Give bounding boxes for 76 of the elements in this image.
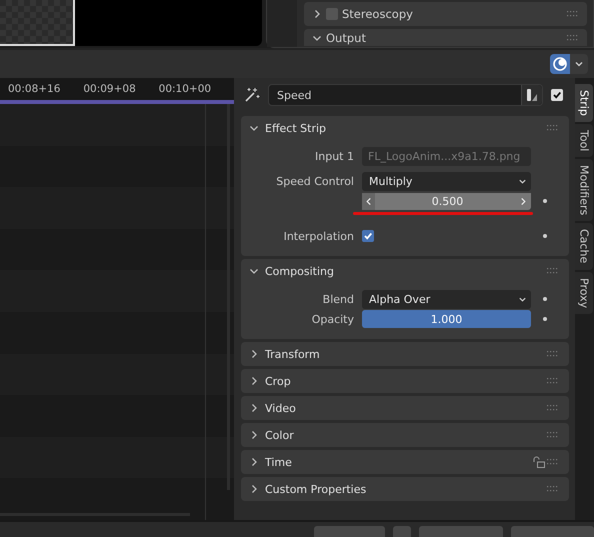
dropdown[interactable]: Alpha Over: [362, 290, 531, 308]
keyframe-dot-icon[interactable]: [543, 297, 547, 301]
panel-header[interactable]: Effect Strip: [241, 116, 569, 140]
panel-title[interactable]: Color: [265, 428, 541, 442]
panel-header[interactable]: Crop: [241, 369, 569, 393]
field-label: Input 1: [315, 150, 354, 162]
chevron-right-icon[interactable]: [249, 457, 259, 467]
keyframe-dot-icon[interactable]: [543, 317, 547, 321]
chevron-right-icon[interactable]: [249, 403, 259, 413]
panel-title[interactable]: Custom Properties: [265, 482, 541, 496]
arrow-right-icon[interactable]: [520, 196, 527, 206]
panel-title[interactable]: Crop: [265, 374, 541, 388]
drag-handle-icon[interactable]: [547, 125, 559, 131]
panel-title: Output: [326, 30, 367, 44]
color-tag-icon[interactable]: [521, 85, 542, 105]
start-frame-field[interactable]: [418, 526, 504, 537]
panel-title[interactable]: Effect Strip: [265, 122, 541, 134]
drag-handle-icon[interactable]: [547, 378, 559, 384]
checkbox[interactable]: [326, 8, 338, 20]
panel-header[interactable]: Video: [241, 396, 569, 420]
dropdown-button[interactable]: [570, 54, 588, 74]
sidebar-tab[interactable]: Strip: [575, 84, 593, 122]
opacity-slider[interactable]: 1.000: [362, 310, 531, 328]
keyframe-dot-icon[interactable]: [543, 234, 547, 238]
panel-header[interactable]: Time: [241, 450, 569, 474]
field-label: Opacity: [312, 312, 354, 326]
panel-header[interactable]: Stereoscopy: [304, 2, 587, 26]
drag-handle-icon[interactable]: [547, 351, 559, 357]
checkbox[interactable]: [551, 89, 563, 101]
padlock-icon[interactable]: [532, 456, 546, 468]
timecode-label: 00:10+00: [158, 83, 212, 95]
panel-header[interactable]: Transform: [241, 342, 569, 366]
chevron-right-icon[interactable]: [312, 9, 322, 19]
chevron-right-icon[interactable]: [249, 376, 259, 386]
field-label: Blend: [322, 292, 354, 306]
magic-wand-icon: [244, 87, 260, 103]
overlay-toggle-button[interactable]: [550, 54, 570, 74]
panel-title: Stereoscopy: [342, 7, 414, 21]
chevron-right-icon[interactable]: [249, 484, 259, 494]
timecode-label: 00:08+16: [8, 83, 62, 95]
drag-handle-icon[interactable]: [547, 459, 559, 465]
panel-header[interactable]: Color: [241, 423, 569, 447]
strip-name-field[interactable]: Speed: [268, 84, 543, 106]
chevron-down-icon[interactable]: [249, 266, 259, 276]
panel-title[interactable]: Transform: [265, 348, 541, 360]
sidebar-tab[interactable]: Cache: [575, 223, 593, 270]
panel-title[interactable]: Time: [265, 456, 526, 468]
drag-handle-icon[interactable]: [547, 405, 559, 411]
drag-handle-icon[interactable]: [567, 34, 579, 40]
drag-handle-icon[interactable]: [567, 11, 579, 17]
drag-handle-icon[interactable]: [547, 486, 559, 492]
panel-header[interactable]: Custom Properties: [241, 477, 569, 501]
number-field[interactable]: 0.500: [362, 192, 531, 210]
checkbox[interactable]: [362, 230, 374, 242]
drag-handle-icon[interactable]: [547, 432, 559, 438]
drag-handle-icon[interactable]: [547, 268, 559, 274]
keyframe-dot-icon[interactable]: [543, 199, 547, 203]
overlay-icon: [552, 56, 568, 72]
frame-field[interactable]: [314, 526, 385, 537]
panel-title[interactable]: Video: [265, 402, 541, 414]
panel-title[interactable]: Compositing: [265, 264, 541, 278]
field-label: Interpolation: [284, 230, 354, 242]
sidebar-tab[interactable]: Tool: [575, 124, 593, 158]
sidebar-tab[interactable]: Proxy: [575, 272, 593, 314]
end-frame-field[interactable]: [511, 526, 594, 537]
dropdown[interactable]: Multiply: [362, 172, 531, 190]
chevron-right-icon[interactable]: [249, 430, 259, 440]
field-label: Speed Control: [276, 174, 354, 188]
panel-header[interactable]: Compositing: [241, 259, 569, 283]
chevron-down-icon: [574, 59, 584, 69]
chevron-down-icon[interactable]: [249, 123, 259, 133]
panel-header[interactable]: Output: [304, 29, 587, 46]
timecode-label: 00:09+08: [83, 83, 137, 95]
chevron-right-icon[interactable]: [249, 349, 259, 359]
arrow-left-icon[interactable]: [362, 192, 375, 210]
sidebar-tab[interactable]: Modifiers: [575, 159, 593, 222]
